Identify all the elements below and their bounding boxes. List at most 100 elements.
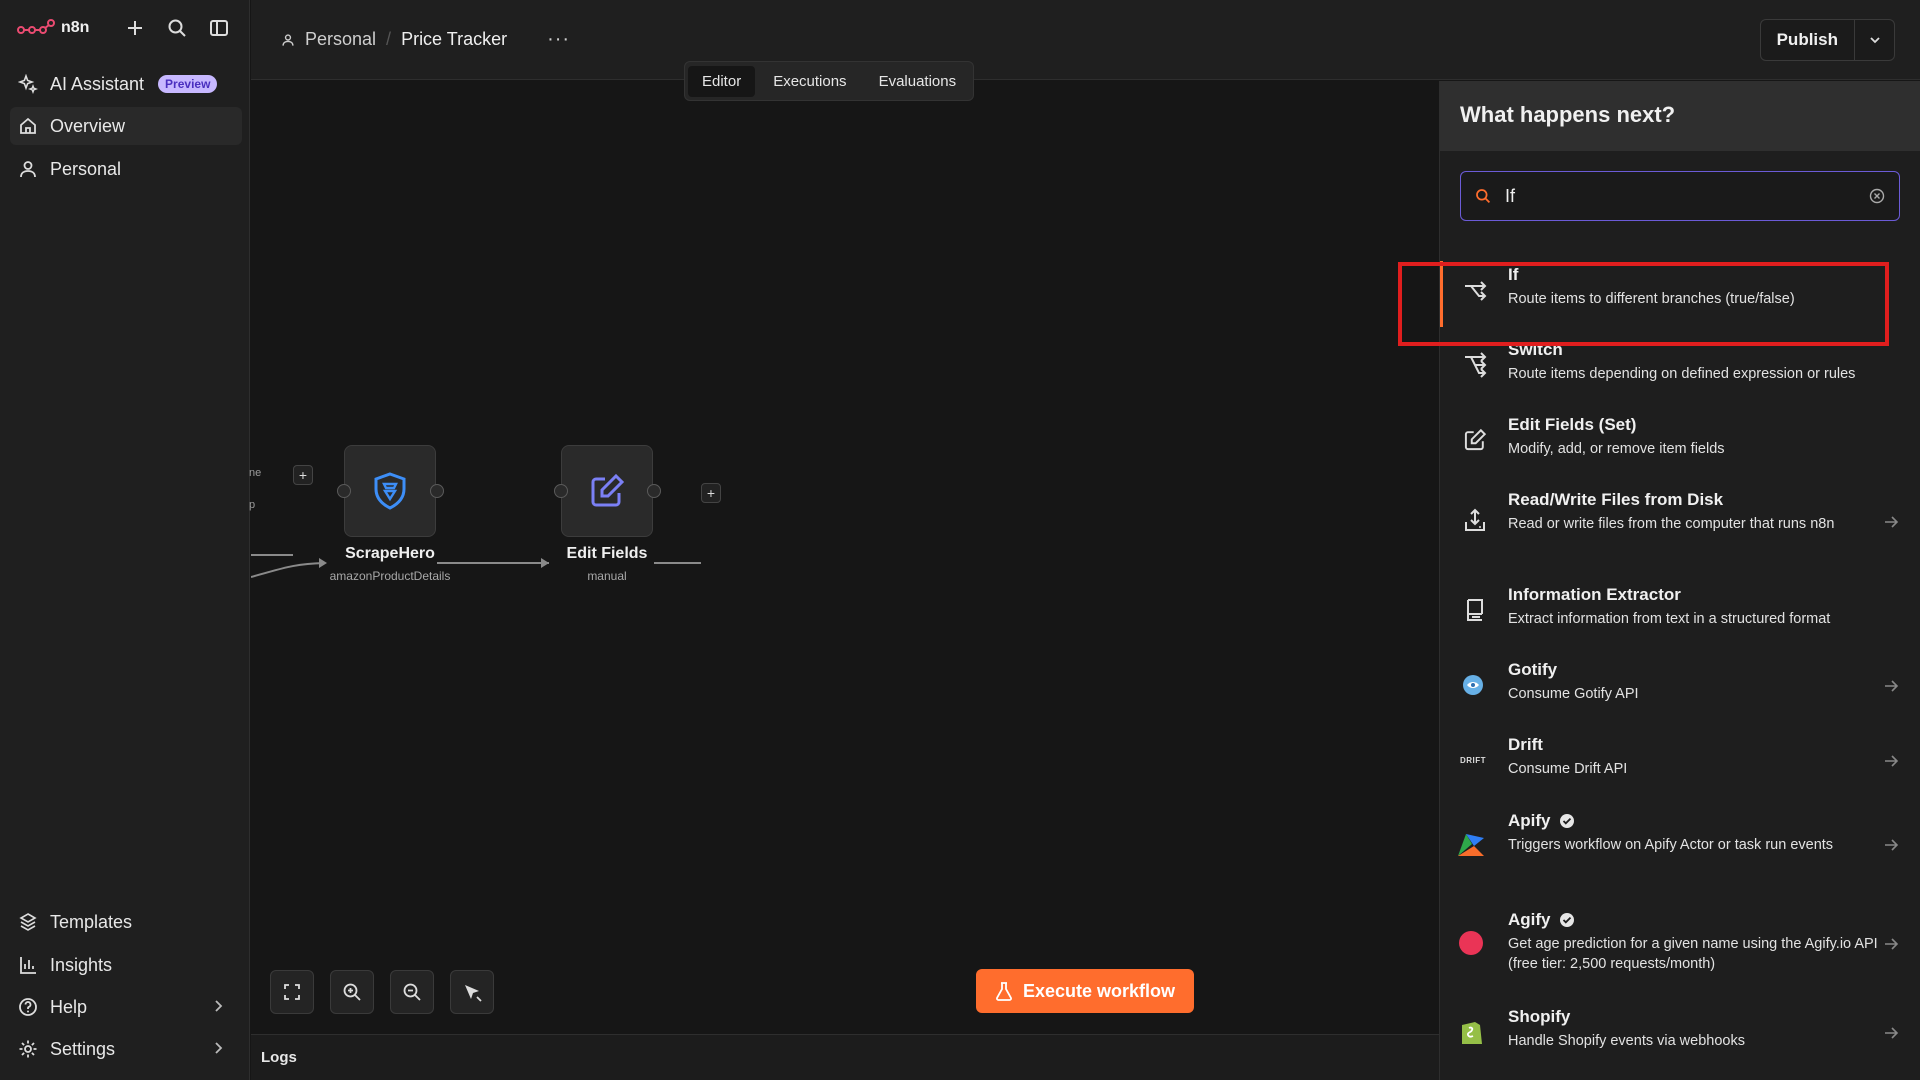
- sidebar-item-label: Settings: [50, 1038, 116, 1059]
- publish-group: Publish: [1759, 19, 1895, 61]
- sidebar: n8n AI Assistant Preview Overview Person…: [0, 0, 250, 1080]
- gotify-icon: [1458, 670, 1488, 700]
- tab-evaluations[interactable]: Evaluations: [865, 66, 971, 97]
- arrow-right-icon: [1885, 839, 1899, 851]
- zoom-in-button[interactable]: [330, 970, 374, 1014]
- node-item-desc: Get age prediction for a given name usin…: [1508, 936, 1878, 972]
- sidebar-toggle-icon[interactable]: [207, 16, 231, 40]
- gear-icon: [19, 1040, 37, 1058]
- user-icon: [282, 33, 294, 46]
- n8n-logo[interactable]: n8n: [17, 19, 89, 37]
- add-node-button[interactable]: +: [293, 465, 313, 485]
- node-item-information-extractor[interactable]: Information Extractor Extract informatio…: [1440, 581, 1920, 643]
- publish-button[interactable]: Publish: [1761, 20, 1854, 60]
- breadcrumb-separator: /: [386, 29, 392, 49]
- logo-text: n8n: [61, 19, 90, 36]
- workflow-title[interactable]: Price Tracker: [401, 29, 507, 50]
- switch-icon: [1460, 350, 1490, 380]
- breadcrumb-project[interactable]: Personal: [305, 29, 376, 50]
- tab-editor[interactable]: Editor: [688, 65, 756, 97]
- fullscreen-icon: [284, 984, 300, 1000]
- apify-icon: [1456, 829, 1486, 859]
- node-item-name: Information Extractor: [1508, 585, 1681, 604]
- sidebar-item-label: AI Assistant: [50, 73, 145, 94]
- templates-icon: [19, 913, 37, 931]
- more-options-button[interactable]: ···: [547, 28, 570, 51]
- shopify-icon: [1456, 1017, 1486, 1047]
- node-title: Edit Fields: [566, 545, 648, 562]
- sidebar-item-templates[interactable]: Templates: [10, 903, 242, 941]
- node-item-name: If: [1508, 265, 1519, 284]
- header: Personal / Price Tracker ··· Publish: [251, 0, 1920, 80]
- node-item-desc: Route items to different branches (true/…: [1508, 291, 1795, 307]
- logs-bar[interactable]: Logs: [251, 1034, 1439, 1080]
- node-item-name: Agify: [1508, 910, 1551, 929]
- sidebar-item-overview[interactable]: Overview: [10, 107, 242, 145]
- file-disk-icon: [1460, 506, 1490, 536]
- node-subtitle: amazonProductDetails: [329, 569, 451, 583]
- node-item-desc: Extract information from text in a struc…: [1508, 611, 1831, 627]
- sidebar-item-help[interactable]: Help: [10, 988, 242, 1026]
- sidebar-item-insights[interactable]: Insights: [10, 946, 242, 984]
- node-item-apify[interactable]: Apify Triggers workflow on Apify Actor o…: [1440, 807, 1920, 887]
- search-icon[interactable]: [165, 16, 189, 40]
- input-handle[interactable]: [337, 484, 351, 498]
- publish-dropdown-button[interactable]: [1854, 20, 1894, 60]
- tidy-up-icon: [465, 985, 482, 1002]
- node-subtitle: manual: [587, 569, 627, 583]
- output-handle[interactable]: [647, 484, 661, 498]
- node-item-name: Gotify: [1508, 660, 1558, 679]
- sidebar-item-ai-assistant[interactable]: AI Assistant Preview: [10, 65, 242, 103]
- zoom-out-button[interactable]: [390, 970, 434, 1014]
- edge-label: ne: [249, 467, 262, 479]
- node-item-desc: Route items depending on defined express…: [1508, 366, 1856, 382]
- edit-icon: [1460, 425, 1490, 455]
- agify-icon: [1456, 928, 1486, 958]
- node-item-if[interactable]: If Route items to different branches (tr…: [1440, 261, 1920, 327]
- preview-badge: Preview: [158, 75, 218, 93]
- node-item-desc: Consume Drift API: [1508, 761, 1628, 777]
- add-node-button[interactable]: +: [701, 483, 721, 503]
- node-scrapehero[interactable]: [344, 445, 436, 537]
- sidebar-item-settings[interactable]: Settings: [10, 1030, 242, 1068]
- shield-icon: [374, 472, 406, 510]
- node-item-switch[interactable]: Switch Route items depending on defined …: [1440, 336, 1920, 398]
- sidebar-item-personal[interactable]: Personal: [10, 150, 242, 188]
- tidy-up-button[interactable]: [450, 970, 494, 1014]
- node-item-desc: Modify, add, or remove item fields: [1508, 441, 1725, 457]
- arrow-right-icon: [1885, 755, 1899, 767]
- breadcrumb: Personal / Price Tracker ···: [281, 28, 570, 51]
- search-icon: [1476, 189, 1491, 204]
- sidebar-item-label: Insights: [50, 954, 113, 975]
- zoom-out-icon: [403, 983, 421, 1001]
- arrow-right-icon: [1885, 938, 1899, 950]
- sidebar-item-label: Overview: [50, 115, 126, 136]
- input-handle[interactable]: [554, 484, 568, 498]
- chart-icon: [20, 957, 36, 974]
- node-edit-fields[interactable]: [561, 445, 653, 537]
- node-item-desc: Triggers workflow on Apify Actor or task…: [1508, 837, 1834, 853]
- node-item-drift[interactable]: DRIFT Drift Consume Drift API: [1440, 731, 1920, 793]
- clear-icon[interactable]: [1869, 188, 1885, 204]
- node-item-agify[interactable]: Agify Get age prediction for a given nam…: [1440, 906, 1920, 986]
- output-handle[interactable]: [430, 484, 444, 498]
- sidebar-item-label: Personal: [50, 158, 122, 179]
- help-icon: [19, 998, 37, 1016]
- n8n-logo-icon: [17, 19, 55, 34]
- chevron-right-icon: [215, 1042, 223, 1054]
- fit-view-button[interactable]: [270, 970, 314, 1014]
- home-icon: [20, 117, 36, 134]
- if-branch-icon: [1460, 279, 1490, 309]
- node-item-edit-fields[interactable]: Edit Fields (Set) Modify, add, or remove…: [1440, 411, 1920, 473]
- workflow-canvas[interactable]: ne p + ScrapeHero amazonProductDetails +…: [249, 81, 1439, 1034]
- node-item-shopify[interactable]: Shopify Handle Shopify events via webhoo…: [1440, 1003, 1920, 1065]
- node-search-input[interactable]: If: [1460, 171, 1900, 221]
- node-item-read-write-files[interactable]: Read/Write Files from Disk Read or write…: [1440, 486, 1920, 566]
- node-title: ScrapeHero: [345, 545, 435, 562]
- verified-icon: [1559, 913, 1574, 927]
- drift-icon-text: DRIFT: [1459, 755, 1487, 765]
- add-icon[interactable]: [123, 16, 147, 40]
- node-item-gotify[interactable]: Gotify Consume Gotify API: [1440, 656, 1920, 718]
- execute-workflow-button[interactable]: Execute workflow: [976, 969, 1194, 1013]
- tab-executions[interactable]: Executions: [759, 66, 860, 97]
